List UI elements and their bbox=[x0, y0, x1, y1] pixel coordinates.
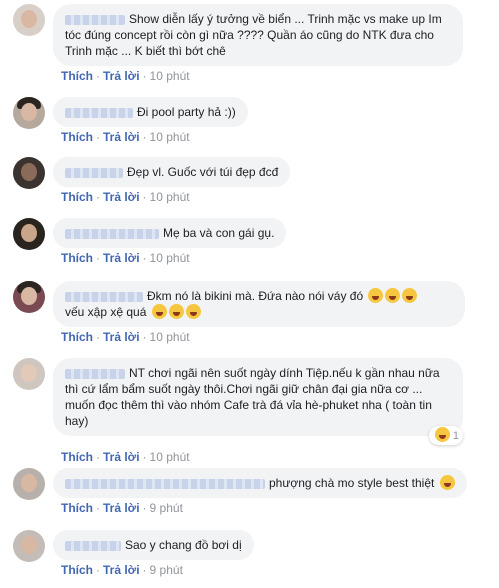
crying-laughing-emoji bbox=[402, 288, 418, 303]
like-link[interactable]: Thích bbox=[61, 190, 93, 204]
haha-reaction-icon bbox=[434, 427, 450, 442]
separator: · bbox=[142, 501, 147, 515]
separator: · bbox=[142, 330, 147, 344]
avatar-face bbox=[21, 163, 37, 181]
smiling-emoji bbox=[439, 475, 455, 490]
separator: · bbox=[96, 330, 100, 344]
avatar-face bbox=[21, 536, 37, 554]
comment-bubble: Đi pool party hả :)) bbox=[53, 97, 248, 127]
comment-text: Mẹ ba và con gái gụ. bbox=[163, 226, 275, 240]
separator: · bbox=[142, 450, 147, 464]
reply-link[interactable]: Trả lời bbox=[103, 330, 140, 344]
comment-actions: Thích · Trả lời · 10 phút bbox=[61, 330, 190, 344]
reply-link[interactable]: Trả lời bbox=[103, 563, 140, 577]
comment-actions: Thích · Trả lời · 10 phút bbox=[61, 450, 190, 464]
separator: · bbox=[96, 190, 100, 204]
separator: · bbox=[142, 251, 147, 265]
commenter-name[interactable] bbox=[65, 478, 265, 489]
separator: · bbox=[96, 563, 100, 577]
avatar[interactable] bbox=[13, 157, 45, 189]
avatar-face bbox=[21, 474, 37, 492]
comment-bubble: phượng chà mo style best thiệt bbox=[53, 468, 467, 498]
comment-actions: Thích · Trả lời · 9 phút bbox=[61, 501, 183, 515]
separator: · bbox=[96, 501, 100, 515]
commenter-name[interactable] bbox=[65, 291, 143, 302]
reply-link[interactable]: Trả lời bbox=[103, 190, 140, 204]
comment-bubble: Đẹp vl. Guốc với túi đẹp đcđ bbox=[53, 157, 291, 187]
separator: · bbox=[142, 69, 147, 83]
crying-laughing-emoji bbox=[385, 288, 401, 303]
reply-link[interactable]: Trả lời bbox=[103, 69, 140, 83]
like-link[interactable]: Thích bbox=[61, 130, 93, 144]
comment-time[interactable]: 10 phút bbox=[150, 130, 190, 144]
like-link[interactable]: Thích bbox=[61, 563, 93, 577]
comment-time[interactable]: 10 phút bbox=[150, 190, 190, 204]
comment-actions: Thích · Trả lời · 10 phút bbox=[61, 190, 190, 204]
comment-text: Đẹp vl. Guốc với túi đẹp đcđ bbox=[127, 165, 279, 179]
comment-time[interactable]: 10 phút bbox=[150, 450, 190, 464]
comment-text: Đi pool party hả :)) bbox=[137, 105, 236, 119]
separator: · bbox=[96, 251, 100, 265]
comment-text-line2: vếu xập xệ quá bbox=[65, 305, 147, 319]
comment-time[interactable]: 10 phút bbox=[150, 330, 190, 344]
laughing-emoji bbox=[185, 304, 201, 319]
avatar[interactable] bbox=[13, 218, 45, 250]
comment-actions: Thích · Trả lời · 10 phút bbox=[61, 130, 190, 144]
commenter-name[interactable] bbox=[65, 167, 123, 178]
comment-bubble: Mẹ ba và con gái gụ. bbox=[53, 218, 287, 248]
avatar[interactable] bbox=[13, 468, 45, 500]
comment-time[interactable]: 9 phút bbox=[150, 501, 183, 515]
comment-actions: Thích · Trả lời · 9 phút bbox=[61, 563, 183, 577]
avatar[interactable] bbox=[13, 530, 45, 562]
comment-bubble: Show diễn lấy ý tưởng về biển ... Trinh … bbox=[53, 4, 463, 66]
crying-laughing-emoji bbox=[368, 288, 384, 303]
separator: · bbox=[142, 190, 147, 204]
reply-link[interactable]: Trả lời bbox=[103, 130, 140, 144]
reply-link[interactable]: Trả lời bbox=[103, 501, 140, 515]
like-link[interactable]: Thích bbox=[61, 330, 93, 344]
commenter-name[interactable] bbox=[65, 107, 133, 118]
commenter-name[interactable] bbox=[65, 14, 125, 25]
comment-time[interactable]: 10 phút bbox=[150, 69, 190, 83]
like-link[interactable]: Thích bbox=[61, 501, 93, 515]
comment-text: Đkm nó là bikini mà. Đứa nào nói váy đó bbox=[147, 289, 364, 303]
reaction-badge[interactable]: 1 bbox=[428, 426, 463, 445]
comment-time[interactable]: 9 phút bbox=[150, 563, 183, 577]
avatar[interactable] bbox=[13, 4, 45, 36]
comment-time[interactable]: 10 phút bbox=[150, 251, 190, 265]
separator: · bbox=[96, 130, 100, 144]
reply-link[interactable]: Trả lời bbox=[103, 251, 140, 265]
comment-actions: Thích · Trả lời · 10 phút bbox=[61, 69, 190, 83]
commenter-name[interactable] bbox=[65, 228, 159, 239]
avatar[interactable] bbox=[13, 358, 45, 390]
separator: · bbox=[142, 130, 147, 144]
avatar[interactable] bbox=[13, 97, 45, 129]
like-link[interactable]: Thích bbox=[61, 69, 93, 83]
avatar-face bbox=[21, 103, 37, 121]
commenter-name[interactable] bbox=[65, 368, 125, 379]
avatar-face bbox=[21, 287, 37, 305]
separator: · bbox=[96, 69, 100, 83]
comment-text: Sao y chang đồ bơi dị bbox=[125, 538, 242, 552]
reaction-count: 1 bbox=[452, 430, 459, 442]
separator: · bbox=[142, 563, 147, 577]
avatar-face bbox=[21, 224, 37, 242]
like-link[interactable]: Thích bbox=[61, 450, 93, 464]
separator: · bbox=[96, 450, 100, 464]
avatar-face bbox=[21, 10, 37, 28]
reply-link[interactable]: Trả lời bbox=[103, 450, 140, 464]
comment-text: phượng chà mo style best thiệt bbox=[269, 476, 435, 490]
avatar[interactable] bbox=[13, 281, 45, 313]
comment-actions: Thích · Trả lời · 10 phút bbox=[61, 251, 190, 265]
comment-bubble: Sao y chang đồ bơi dị bbox=[53, 530, 254, 560]
avatar-face bbox=[21, 364, 37, 382]
comment-bubble: Đkm nó là bikini mà. Đứa nào nói váy đó … bbox=[53, 281, 465, 327]
comment-bubble: NT chơi ngãi nên suốt ngày dính Tiệp.nếu… bbox=[53, 358, 463, 445]
commenter-name[interactable] bbox=[65, 540, 121, 551]
laughing-emoji bbox=[168, 304, 184, 319]
like-link[interactable]: Thích bbox=[61, 251, 93, 265]
laughing-emoji bbox=[151, 304, 167, 319]
